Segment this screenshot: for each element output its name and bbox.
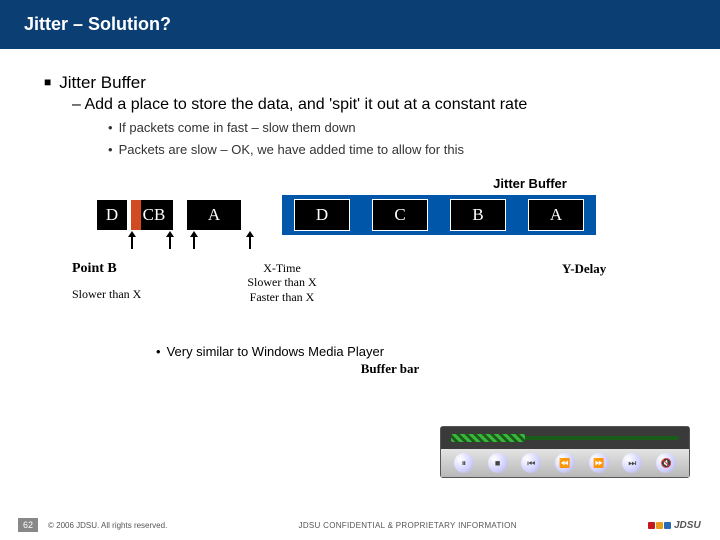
player-progress-track[interactable] <box>441 427 689 449</box>
mute-button[interactable]: 🔇 <box>656 453 676 473</box>
packet-d-right: D <box>294 199 350 231</box>
jitter-buffer-label: Jitter Buffer <box>36 176 684 191</box>
arrow-row <box>131 235 684 249</box>
logo-red-icon <box>648 522 655 529</box>
confidential-text: JDSU CONFIDENTIAL & PROPRIETARY INFORMAT… <box>167 521 648 530</box>
packet-c-right: C <box>372 199 428 231</box>
sub-sub-1: •If packets come in fast – slow them dow… <box>108 119 684 137</box>
label-col-mid: X-Time Slower than X Faster than X <box>202 261 362 304</box>
prev-button[interactable]: ⏮ <box>521 453 541 473</box>
arrow-icon <box>249 235 251 249</box>
stop-button[interactable]: ■ <box>488 453 508 473</box>
player-controls: ⏸ ■ ⏮ ⏪ ⏩ ⏭ 🔇 <box>441 449 689 477</box>
label-faster: Faster than X <box>202 290 362 304</box>
rewind-button[interactable]: ⏪ <box>555 453 575 473</box>
slide-content: ■ Jitter Buffer – Add a place to store th… <box>0 49 720 377</box>
bullet-square-icon: ■ <box>44 75 51 89</box>
copyright: © 2006 JDSU. All rights reserved. <box>48 521 167 530</box>
packet-cb-left: CB <box>134 199 174 231</box>
packet-row: D CB A D C B A <box>96 195 684 235</box>
logo-orange-icon <box>656 522 663 529</box>
packet-a-right: A <box>528 199 584 231</box>
arrow-icon <box>131 235 133 249</box>
pause-button[interactable]: ⏸ <box>454 453 474 473</box>
buffer-bar-label: Buffer bar <box>96 361 684 377</box>
slide-footer: 62 © 2006 JDSU. All rights reserved. JDS… <box>0 516 720 534</box>
label-xtime: X-Time <box>202 261 362 275</box>
sub-bullet: – Add a place to store the data, and 'sp… <box>72 95 684 115</box>
label-slower2: Slower than X <box>202 275 362 289</box>
label-ydelay: Y-Delay <box>562 261 606 304</box>
label-col-left: Point B Slower than X <box>72 261 202 304</box>
jitter-buffer-box: D C B A <box>282 195 596 235</box>
label-point-b: Point B <box>72 261 202 277</box>
bullet-main-text: Jitter Buffer <box>59 73 146 92</box>
labels-row: Point B Slower than X X-Time Slower than… <box>72 261 684 304</box>
label-slower: Slower than X <box>72 287 202 302</box>
page-number: 62 <box>18 518 38 532</box>
packet-d-left: D <box>96 199 128 231</box>
buffer-bar <box>451 434 525 442</box>
logo-blue-icon <box>664 522 671 529</box>
next-button[interactable]: ⏭ <box>622 453 642 473</box>
packet-b-right: B <box>450 199 506 231</box>
logo-text: JDSU <box>674 520 701 531</box>
forward-button[interactable]: ⏩ <box>589 453 609 473</box>
sub-sub-2: •Packets are slow – OK, we have added ti… <box>108 141 684 159</box>
dot-icon: • <box>108 120 113 135</box>
dot-icon: • <box>108 142 113 157</box>
arrow-icon <box>169 235 171 249</box>
slide-header: Jitter – Solution? <box>0 0 720 49</box>
bullet-main: ■ Jitter Buffer <box>44 73 684 93</box>
dot-icon: • <box>156 344 161 359</box>
media-player: ⏸ ■ ⏮ ⏪ ⏩ ⏭ 🔇 <box>440 426 690 478</box>
similar-bullet: •Very similar to Windows Media Player <box>156 344 684 359</box>
packet-a-left: A <box>186 199 242 231</box>
arrow-icon <box>193 235 195 249</box>
slide-title: Jitter – Solution? <box>24 14 171 34</box>
jdsu-logo: JDSU <box>648 516 702 534</box>
